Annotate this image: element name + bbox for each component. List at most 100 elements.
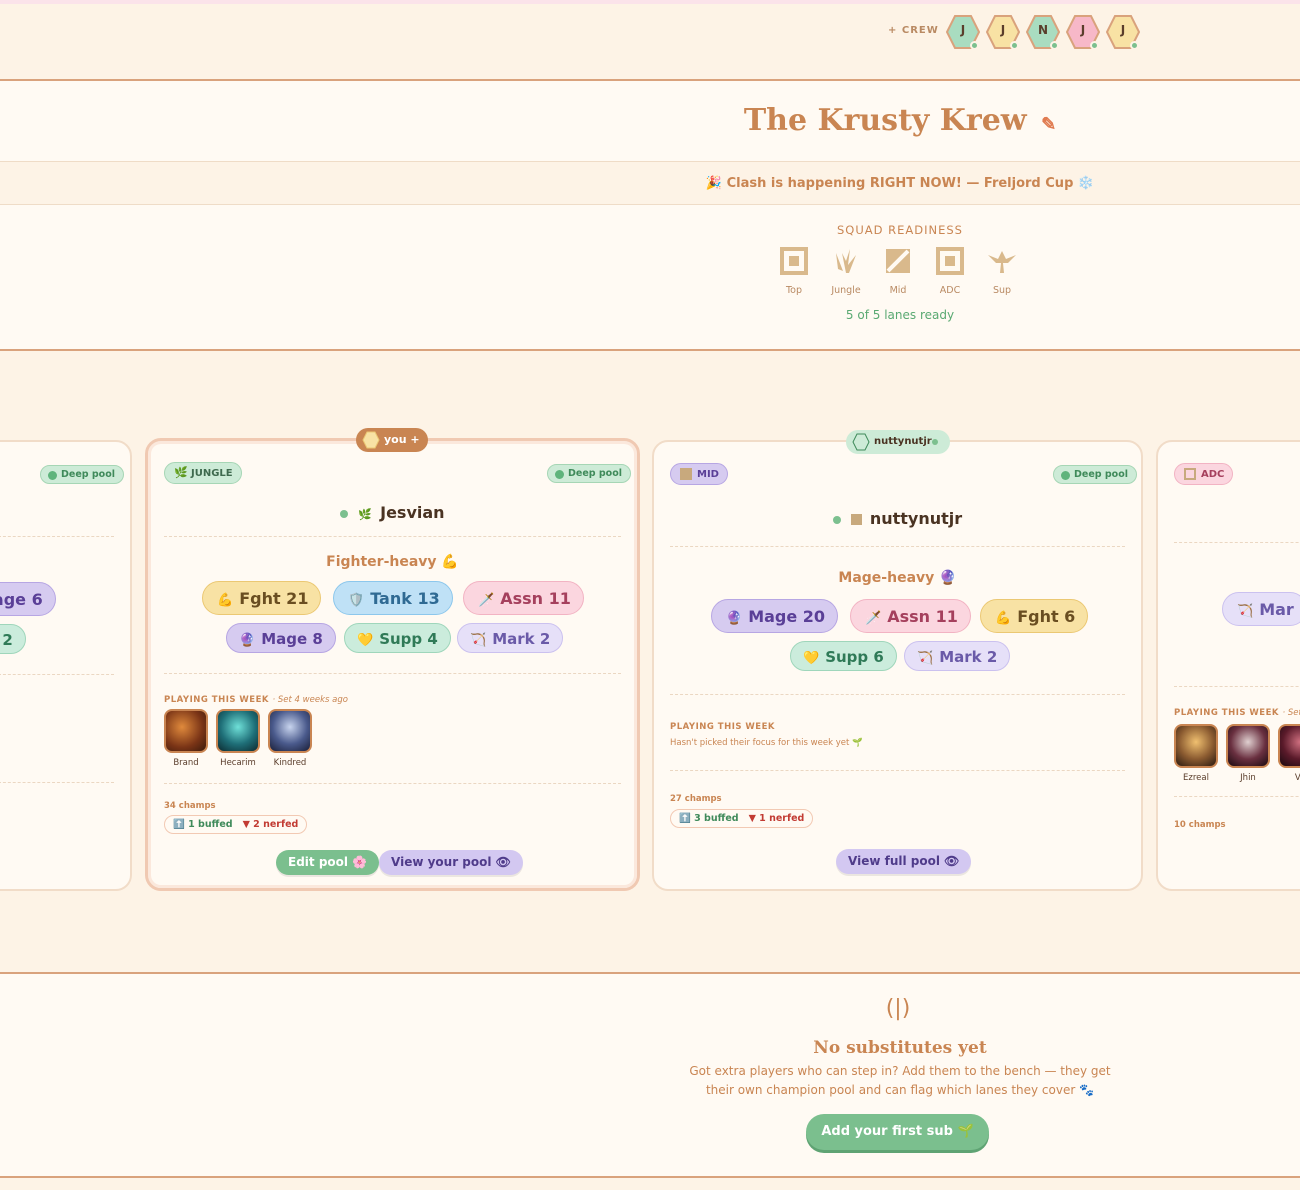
champion-kindred[interactable]: Kindred: [268, 709, 312, 768]
playing-label: PLAYING THIS WEEK: [164, 695, 270, 705]
deep-pool-badge: Deep pool: [547, 464, 631, 483]
muscle-icon: 💪: [995, 611, 1012, 626]
adc-lane-icon: [936, 247, 964, 275]
lane-jungle: Jungle: [826, 247, 866, 296]
clash-banner-text: 🎉 Clash is happening RIGHT NOW! — Freljo…: [705, 176, 1095, 191]
champion-jhin[interactable]: Jhin: [1226, 724, 1270, 783]
mid-lane-icon: [680, 468, 692, 480]
no-subs-title: No substitutes yet: [813, 1038, 987, 1058]
champion-count: 27 champs: [670, 794, 722, 804]
bow-icon: 🏹: [1237, 604, 1254, 619]
champion-portrait: [1174, 724, 1218, 768]
muscle-icon: 💪: [217, 593, 234, 608]
squad-readiness-label: SQUAD READINESS: [837, 223, 963, 237]
champion-count: 10 champs: [1174, 820, 1226, 830]
online-status-dot: [932, 439, 938, 445]
view-your-pool-button[interactable]: View your pool 👁: [379, 850, 523, 875]
pencil-icon[interactable]: ✎: [1041, 114, 1056, 135]
crew-member-initial: J: [1080, 23, 1086, 37]
dagger-icon: 🗡️: [478, 593, 495, 608]
champion-portrait: [268, 709, 312, 753]
crew-member-initial: N: [1037, 23, 1049, 37]
player-card-jungle: 🌿 JUNGLE Deep pool 🌿 Jesvian Fighter-heav…: [145, 438, 640, 891]
crew-member-initial: J: [1000, 23, 1006, 37]
crew-bar: + CREW J J N J J: [0, 4, 1300, 60]
lane-label: Top: [785, 285, 803, 296]
substitutes-panel: (|) No substitutes yet Got extra players…: [0, 972, 1300, 1178]
dagger-icon: 🗡️: [865, 611, 882, 626]
player-name: nuttynutjr: [869, 509, 963, 528]
online-status-dot: [1130, 41, 1139, 50]
champion-vayne[interactable]: Va: [1278, 724, 1300, 783]
crystal-ball-icon: 🔮: [726, 611, 743, 626]
lane-badge-mid: MID: [670, 463, 728, 485]
champion-name: Kindred: [273, 758, 307, 768]
champion-brand[interactable]: Brand: [164, 709, 208, 768]
class-pill-label: Mark 2: [939, 648, 998, 666]
crew-member-avatar[interactable]: J: [986, 14, 1020, 50]
crew-member-initial: J: [960, 23, 966, 37]
lane-label: ADC: [939, 285, 961, 296]
hexagon-icon: [362, 431, 380, 449]
team-name: The Krusty Krew: [743, 103, 1027, 138]
playing-this-week-label: PLAYING THIS WEEK · Set 4 weeks ago: [164, 695, 348, 705]
playing-this-week-label: PLAYING THIS WEEK: [670, 722, 776, 732]
champion-name: Jhin: [1240, 773, 1256, 783]
jungle-lane-icon: 🌿: [174, 466, 188, 479]
champion-portrait: [1278, 724, 1300, 768]
champion-portrait: [1226, 724, 1270, 768]
top-lane-icon: [780, 247, 808, 275]
online-status-dot: [1050, 41, 1059, 50]
pool-style-label: Fighter-heavy 💪: [326, 554, 459, 570]
lane-label: Jungle: [831, 285, 861, 296]
champion-hecarim[interactable]: Hecarim: [216, 709, 260, 768]
lane-badge-adc: ADC: [1174, 463, 1234, 485]
player-name-row: 🌿 Jesvian: [148, 503, 637, 522]
class-pill-label: Fght 6: [1017, 607, 1076, 626]
lane-badge-label: MID: [697, 469, 719, 480]
class-pill-label: Mar: [1259, 600, 1294, 619]
lane-badge-label: ADC: [1201, 469, 1225, 480]
online-status-dot: [832, 515, 841, 524]
set-note: · Set: [1282, 708, 1300, 718]
add-crew-button[interactable]: + CREW: [888, 25, 939, 36]
edit-pool-button[interactable]: Edit pool 🌸: [276, 850, 380, 875]
class-pill-label: Fght 21: [239, 589, 309, 608]
nerfed-count: ▼ 1 nerfed: [748, 813, 805, 824]
class-pill-fighter: 💪 Fght 21: [202, 581, 322, 615]
player-tag-label: nuttynutjr: [874, 436, 932, 447]
jungle-lane-icon: 🌿: [358, 508, 373, 521]
champion-portrait: [216, 709, 260, 753]
champion-portrait: [164, 709, 208, 753]
crew-member-initial: J: [1120, 23, 1126, 37]
add-first-sub-button[interactable]: Add your first sub 🌱: [806, 1114, 989, 1150]
champion-ezreal[interactable]: Ezreal: [1174, 724, 1218, 783]
online-status-dot: [1090, 41, 1099, 50]
class-pill-label: Mage 8: [261, 630, 323, 648]
bow-icon: 🏹: [917, 651, 934, 666]
class-pill-label: Supp 6: [825, 648, 884, 666]
no-focus-note: Hasn't picked their focus for this week …: [670, 738, 863, 748]
lane-label: Sup: [992, 285, 1012, 296]
view-full-pool-button[interactable]: View full pool 👁: [836, 849, 972, 874]
class-pill-label: Mage 20: [748, 607, 826, 626]
plus-icon: +: [410, 433, 420, 446]
crew-member-avatar[interactable]: J: [946, 14, 980, 50]
mid-lane-icon: [850, 514, 862, 525]
set-note: · Set 4 weeks ago: [272, 695, 348, 705]
class-pill-mage: Mage 6: [0, 582, 56, 616]
class-pill-label: Assn 11: [500, 589, 571, 608]
crystal-ball-icon: 🔮: [239, 633, 256, 648]
player-card-adc: ADC 🏹 Mar PLAYING THIS WEEK · Set Ezreal …: [1156, 440, 1300, 891]
clash-banner: 🎉 Clash is happening RIGHT NOW! — Freljo…: [0, 161, 1300, 205]
player-name: Jesvian: [380, 503, 445, 522]
champion-count: 34 champs: [164, 801, 216, 811]
crew-member-avatar[interactable]: J: [1106, 14, 1140, 50]
hexagon-icon: [852, 433, 870, 451]
support-lane-icon: [988, 251, 1016, 273]
team-title: The Krusty Krew ✎: [700, 103, 1100, 138]
crew-member-avatar[interactable]: J: [1066, 14, 1100, 50]
bench-icon: (|): [885, 996, 911, 1021]
crew-member-avatar[interactable]: N: [1026, 14, 1060, 50]
player-name-row: nuttynutjr: [654, 509, 1141, 528]
